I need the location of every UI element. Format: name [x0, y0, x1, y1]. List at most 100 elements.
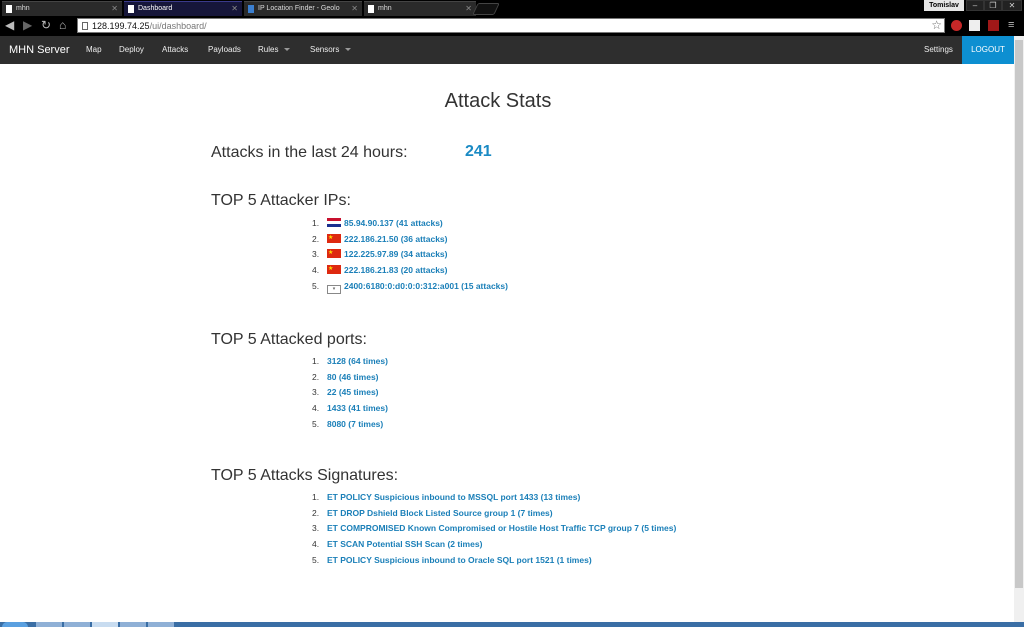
top-signatures-title: TOP 5 Attacks Signatures:: [211, 467, 399, 484]
browser-toolbar: ◀ ▶ ↻ ⌂ 128.199.74.25/ui/dashboard/ ☆ ≡: [0, 16, 1024, 36]
os-taskbar: [0, 622, 1024, 627]
list-item: 3. 22 (45 times): [312, 385, 388, 401]
taskbar-app[interactable]: [148, 622, 174, 627]
taskbar-app[interactable]: [36, 622, 62, 627]
taskbar-app[interactable]: [64, 622, 90, 627]
tab-title: IP Location Finder - Geolo: [258, 5, 340, 12]
tab-title: mhn: [16, 5, 30, 12]
extension-shield-icon[interactable]: [988, 20, 999, 31]
list-number: 2.: [312, 507, 320, 518]
unknown-flag-icon: ▾: [327, 284, 341, 294]
top-ports-list: 1. 3128 (64 times) 2. 80 (46 times) 3. 22 (45…: [312, 354, 388, 432]
stat-link[interactable]: 8080 (7 times): [327, 419, 383, 429]
china-flag-icon: [327, 231, 341, 246]
stat-link[interactable]: 3128 (64 times): [327, 356, 388, 366]
nav-rules-label: Rules: [258, 45, 279, 54]
list-number: 4.: [312, 403, 320, 414]
stat-link[interactable]: ET DROP Dshield Block Listed Source grou…: [327, 508, 553, 518]
nav-attacks[interactable]: Attacks: [162, 36, 188, 64]
attacks-24h-label: Attacks in the last 24 hours:: [211, 144, 408, 161]
nav-payloads[interactable]: Payloads: [208, 36, 241, 64]
stat-link[interactable]: 1433 (41 times): [327, 403, 388, 413]
list-item: 2. 222.186.21.50 (36 attacks): [312, 231, 508, 248]
nav-deploy[interactable]: Deploy: [119, 36, 144, 64]
list-number: 1.: [312, 356, 320, 366]
china-flag-icon: [327, 262, 341, 278]
top-ips-list: 1. 85.94.90.137 (41 attacks) 2. 222.186.21.…: [312, 216, 508, 294]
brand-link[interactable]: MHN Server: [9, 36, 70, 64]
minimize-icon[interactable]: –: [966, 0, 984, 11]
list-item: 3. 122.225.97.89 (34 attacks): [312, 246, 508, 263]
scrollbar-thumb[interactable]: [1015, 40, 1023, 588]
chevron-down-icon: [284, 48, 291, 52]
list-number: 5.: [312, 418, 320, 429]
bookmark-star-icon[interactable]: ☆: [931, 18, 942, 32]
stat-link[interactable]: 85.94.90.137 (41 attacks): [344, 218, 443, 228]
page-title: Attack Stats: [444, 90, 552, 112]
list-number: 2.: [312, 371, 320, 382]
stat-link[interactable]: ET POLICY Suspicious inbound to Oracle S…: [327, 555, 592, 565]
list-item: 1. ET POLICY Suspicious inbound to MSSQL …: [312, 490, 676, 506]
close-tab-icon[interactable]: ✕: [231, 2, 238, 15]
menu-icon[interactable]: ≡: [1008, 19, 1014, 32]
nav-sensors-label: Sensors: [310, 45, 340, 54]
restore-icon[interactable]: ❐: [984, 0, 1002, 11]
back-arrow-icon[interactable]: ◀: [5, 19, 14, 32]
close-window-icon[interactable]: ✕: [1002, 0, 1022, 11]
close-tab-icon[interactable]: ✕: [465, 2, 472, 15]
nav-rules-dropdown[interactable]: Rules: [258, 36, 291, 64]
start-orb-icon[interactable]: [2, 622, 28, 627]
mail-icon[interactable]: [969, 20, 980, 31]
close-tab-icon[interactable]: ✕: [111, 2, 118, 15]
list-number: 1.: [312, 492, 320, 502]
nav-map[interactable]: Map: [86, 36, 102, 64]
stat-link[interactable]: ET POLICY Suspicious inbound to MSSQL po…: [327, 492, 580, 502]
forward-arrow-icon[interactable]: ▶: [23, 19, 32, 32]
list-item: 5. ▾ 2400:6180:0:d0:0:0:312:a001 (15 attac…: [312, 279, 508, 295]
nav-settings[interactable]: Settings: [924, 36, 953, 64]
list-item: 1. 3128 (64 times): [312, 354, 388, 370]
stat-link[interactable]: 222.186.21.83 (20 attacks): [344, 265, 448, 275]
taskbar-app[interactable]: [92, 622, 118, 627]
stat-link[interactable]: 2400:6180:0:d0:0:0:312:a001 (15 attacks): [344, 281, 508, 291]
logout-button[interactable]: LOGOUT: [962, 36, 1014, 64]
reload-icon[interactable]: ↻: [41, 19, 51, 32]
browser-tab-mhn-1[interactable]: mhn ✕: [2, 1, 122, 16]
vertical-scrollbar[interactable]: [1014, 36, 1024, 622]
top-ports-title: TOP 5 Attacked ports:: [211, 331, 367, 348]
tab-title: Dashboard: [138, 5, 173, 12]
nav-sensors-dropdown[interactable]: Sensors: [310, 36, 352, 64]
page-icon: [6, 5, 12, 13]
list-item: 1. 85.94.90.137 (41 attacks): [312, 216, 508, 232]
list-item: 5. 8080 (7 times): [312, 417, 388, 433]
browser-tab-ip-location[interactable]: IP Location Finder - Geolo ✕: [244, 1, 362, 16]
browser-tab-strip: mhn ✕ Dashboard ✕ IP Location Finder - G…: [0, 0, 1024, 16]
stat-link[interactable]: 22 (45 times): [327, 387, 379, 397]
taskbar-app[interactable]: [120, 622, 146, 627]
close-tab-icon[interactable]: ✕: [351, 2, 358, 15]
list-item: 4. 222.186.21.83 (20 attacks): [312, 262, 508, 279]
list-number: 5.: [312, 554, 320, 565]
tab-title: mhn: [378, 5, 392, 12]
stat-link[interactable]: 80 (46 times): [327, 372, 379, 382]
browser-tab-mhn-2[interactable]: mhn ✕: [364, 1, 476, 16]
stat-link[interactable]: 222.186.21.50 (36 attacks): [344, 234, 448, 244]
page-icon: [82, 22, 88, 30]
list-number: 3.: [312, 523, 320, 534]
home-icon[interactable]: ⌂: [59, 19, 66, 32]
list-number: 1.: [312, 218, 320, 228]
list-item: 4. ET SCAN Potential SSH Scan (2 times): [312, 537, 676, 553]
list-item: 5. ET POLICY Suspicious inbound to Oracle…: [312, 553, 676, 569]
extension-record-icon[interactable]: [951, 20, 962, 31]
url-text: 128.199.74.25/ui/dashboard/: [92, 21, 207, 31]
address-bar[interactable]: 128.199.74.25/ui/dashboard/ ☆: [77, 18, 945, 33]
stat-link[interactable]: ET COMPROMISED Known Compromised or Host…: [327, 523, 676, 533]
page-icon: [128, 5, 134, 13]
list-number: 4.: [312, 265, 320, 276]
stat-link[interactable]: 122.225.97.89 (34 attacks): [344, 249, 448, 259]
stat-link[interactable]: ET SCAN Potential SSH Scan (2 times): [327, 539, 482, 549]
new-tab-button[interactable]: [472, 3, 500, 15]
list-item: 2. ET DROP Dshield Block Listed Source gr…: [312, 506, 676, 522]
profile-name[interactable]: Tomislav: [924, 0, 964, 11]
browser-tab-dashboard[interactable]: Dashboard ✕: [124, 1, 242, 16]
